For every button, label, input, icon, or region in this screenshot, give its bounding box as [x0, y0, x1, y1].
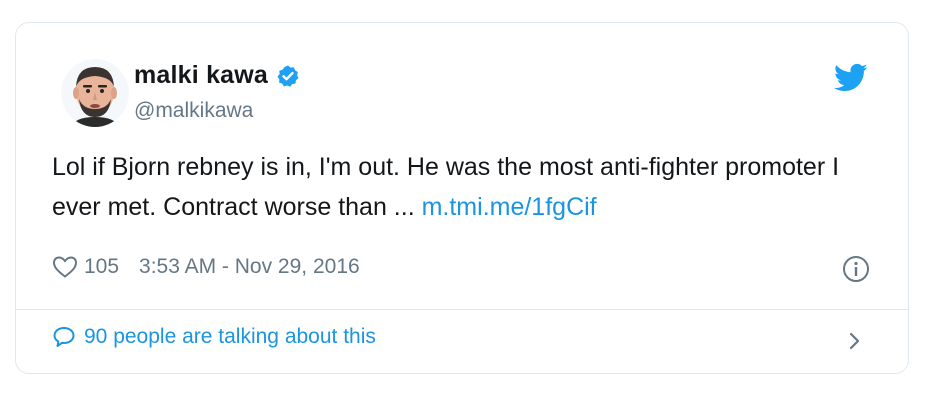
conversation-link[interactable]: 90 people are talking about this [52, 325, 376, 349]
chevron-right-icon[interactable] [846, 329, 864, 353]
twitter-bird-icon[interactable] [834, 63, 868, 93]
tweet-link[interactable]: m.tmi.me/1fgCif [422, 193, 597, 221]
author-handle[interactable]: @malkikawa [134, 99, 253, 123]
conversation-label[interactable]: 90 people are talking about this [84, 325, 376, 349]
tweet-timestamp[interactable]: 3:53 AM - Nov 29, 2016 [139, 255, 360, 279]
speech-bubble-icon [52, 325, 76, 349]
verified-badge-icon [276, 64, 300, 88]
avatar[interactable] [61, 59, 129, 127]
heart-icon[interactable] [52, 255, 78, 279]
info-icon[interactable] [842, 255, 870, 283]
divider [16, 309, 908, 310]
like-count: 105 [84, 255, 120, 278]
tweet-text: Lol if Bjorn rebney is in, I'm out. He w… [52, 147, 872, 227]
tweet-card[interactable]: malki kawa @malkikawa Lol if Bjorn rebne… [15, 22, 909, 374]
display-name[interactable]: malki kawa [134, 61, 268, 90]
